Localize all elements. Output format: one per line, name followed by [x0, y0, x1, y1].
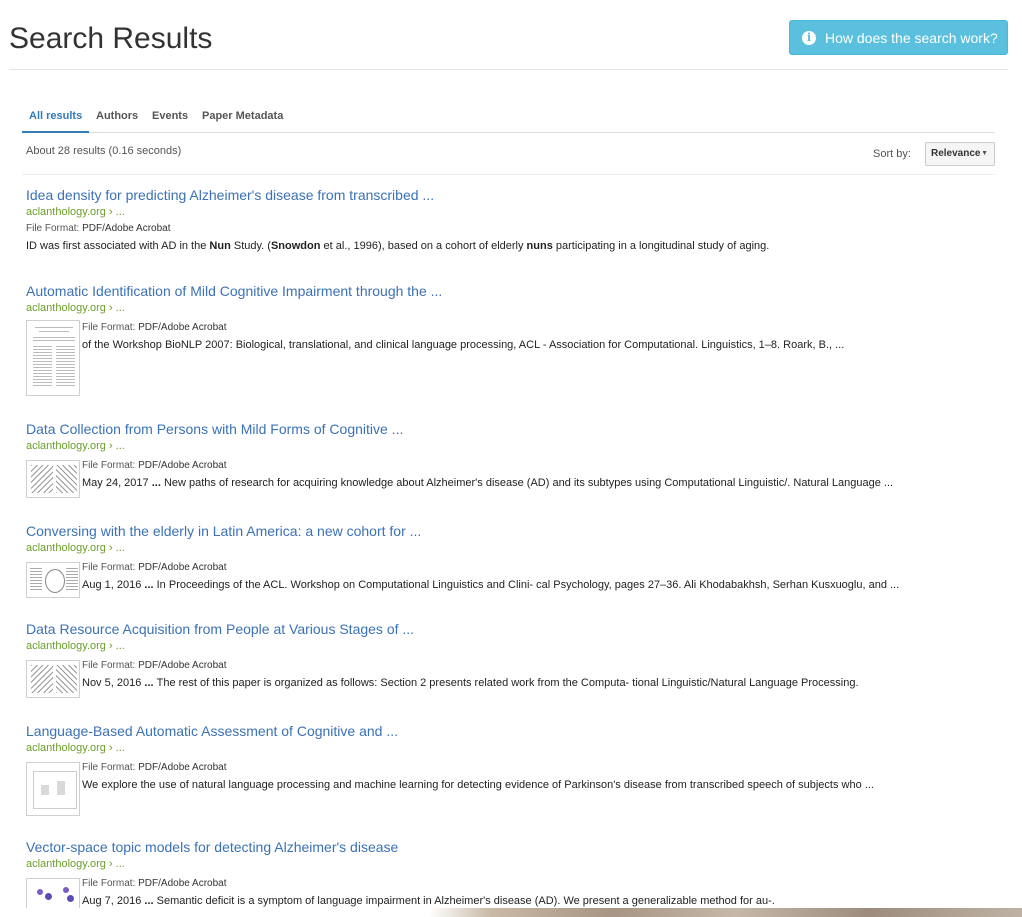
results-divider	[22, 174, 995, 175]
result-url-link[interactable]: aclanthology.org › ...	[26, 541, 1001, 555]
result-url-link[interactable]: aclanthology.org › ...	[26, 857, 1001, 871]
file-format-label: File Format:	[26, 223, 80, 234]
result-url-link[interactable]: aclanthology.org › ...	[26, 639, 1001, 653]
result-body: File Format: PDF/Adobe Acrobat of the Wo…	[82, 321, 844, 353]
chevron-down-icon: ▼	[981, 150, 988, 157]
search-result: Vector-space topic models for detecting …	[26, 838, 1001, 912]
snippet-text: ID was first associated with AD in the	[26, 240, 210, 252]
pdf-thumbnail[interactable]	[26, 660, 80, 698]
search-result: Data Resource Acquisition from People at…	[26, 620, 1001, 698]
file-format-line: File Format: PDF/Adobe Acrobat	[82, 321, 844, 335]
results-count: About 28 results (0.16 seconds)	[26, 145, 182, 157]
file-format-value: PDF/Adobe Acrobat	[82, 223, 171, 234]
result-snippet: We explore the use of natural language p…	[82, 779, 874, 791]
file-format-value: PDF/Adobe Acrobat	[138, 460, 227, 471]
pdf-thumbnail[interactable]	[26, 562, 80, 598]
page-title: Search Results	[9, 22, 213, 55]
results-tabs: All results Authors Events Paper Metadat…	[22, 106, 995, 133]
result-title-link[interactable]: Data Resource Acquisition from People at…	[26, 620, 1001, 638]
result-snippet: Aug 1, 2016 ... In Proceedings of the AC…	[82, 578, 899, 593]
snippet-ellipsis: ...	[141, 677, 157, 689]
result-title-link[interactable]: Vector-space topic models for detecting …	[26, 838, 1001, 856]
tab-authors[interactable]: Authors	[89, 106, 145, 131]
snippet-text: In Proceedings of the ACL. Workshop on C…	[156, 579, 900, 591]
search-result: Language-Based Automatic Assessment of C…	[26, 722, 1001, 816]
file-format-label: File Format:	[82, 562, 136, 573]
result-date: May 24, 2017	[82, 477, 149, 489]
snippet-highlight: nuns	[526, 240, 553, 252]
tab-all-results[interactable]: All results	[22, 106, 90, 133]
file-format-value: PDF/Adobe Acrobat	[138, 762, 227, 773]
result-snippet: Nov 5, 2016 ... The rest of this paper i…	[82, 676, 859, 691]
file-format-line: File Format: PDF/Adobe Acrobat	[82, 561, 899, 575]
file-format-label: File Format:	[82, 878, 136, 889]
result-title-link[interactable]: Automatic Identification of Mild Cogniti…	[26, 282, 1001, 300]
page-header: Search Results i How does the search wor…	[0, 0, 1022, 70]
snippet-highlight: Snowdon	[270, 240, 321, 252]
result-url-link[interactable]: aclanthology.org › ...	[26, 301, 1001, 315]
search-result: Idea density for predicting Alzheimer's …	[26, 186, 1001, 254]
pdf-thumbnail[interactable]	[26, 320, 80, 396]
pdf-thumbnail[interactable]	[26, 460, 80, 498]
result-date: Aug 7, 2016	[82, 895, 142, 907]
background-image-strip	[0, 908, 1022, 917]
sort-select-value: Relevance	[931, 148, 981, 159]
search-result: Data Collection from Persons with Mild F…	[26, 420, 1001, 498]
file-format-label: File Format:	[82, 762, 136, 773]
file-format-value: PDF/Adobe Acrobat	[138, 322, 227, 333]
file-format-line: File Format: PDF/Adobe Acrobat	[82, 877, 775, 891]
info-circle-icon: i	[802, 30, 816, 45]
snippet-text: New paths of research for acquiring know…	[163, 477, 894, 489]
result-body: File Format: PDF/Adobe Acrobat We explor…	[82, 761, 874, 793]
file-format-value: PDF/Adobe Acrobat	[138, 562, 227, 573]
file-format-label: File Format:	[82, 460, 136, 471]
result-url-link[interactable]: aclanthology.org › ...	[26, 205, 1001, 219]
how-search-works-button[interactable]: i How does the search work?	[789, 20, 1008, 55]
result-body: File Format: PDF/Adobe Acrobat Nov 5, 20…	[82, 659, 859, 691]
result-body: File Format: PDF/Adobe Acrobat Aug 1, 20…	[82, 561, 899, 593]
file-format-line: File Format: PDF/Adobe Acrobat	[82, 659, 859, 673]
help-button-label: How does the search work?	[825, 29, 998, 46]
snippet-ellipsis: ...	[148, 477, 164, 489]
snippet-ellipsis: ...	[141, 579, 157, 591]
snippet-text: Semantic deficit is a symptom of languag…	[156, 895, 775, 907]
result-date: Aug 1, 2016	[82, 579, 142, 591]
sort-label: Sort by:	[873, 148, 911, 160]
file-format-value: PDF/Adobe Acrobat	[138, 660, 227, 671]
snippet-text: The rest of this paper is organized as f…	[156, 677, 859, 689]
result-title-link[interactable]: Conversing with the elderly in Latin Ame…	[26, 522, 1001, 540]
search-result: Automatic Identification of Mild Cogniti…	[26, 282, 1001, 396]
result-body: File Format: PDF/Adobe Acrobat May 24, 2…	[82, 459, 893, 491]
result-snippet: Aug 7, 2016 ... Semantic deficit is a sy…	[82, 894, 775, 909]
pdf-thumbnail[interactable]	[26, 762, 80, 816]
file-format-value: PDF/Adobe Acrobat	[138, 878, 227, 889]
result-title-link[interactable]: Data Collection from Persons with Mild F…	[26, 420, 1001, 438]
result-date: Nov 5, 2016	[82, 677, 142, 689]
snippet-text: Study. (	[230, 240, 271, 252]
snippet-text: et al., 1996), based on a cohort of elde…	[320, 240, 527, 252]
tab-events[interactable]: Events	[145, 106, 195, 131]
result-body: File Format: PDF/Adobe Acrobat Aug 7, 20…	[82, 877, 775, 909]
snippet-highlight: Nun	[209, 240, 231, 252]
file-format-label: File Format:	[82, 660, 136, 671]
result-url-link[interactable]: aclanthology.org › ...	[26, 741, 1001, 755]
snippet-ellipsis: ...	[141, 895, 157, 907]
snippet-text: participating in a longitudinal study of…	[552, 240, 770, 252]
file-format-label: File Format:	[82, 322, 136, 333]
search-result: Conversing with the elderly in Latin Ame…	[26, 522, 1001, 598]
pdf-thumbnail[interactable]	[26, 878, 80, 912]
result-title-link[interactable]: Idea density for predicting Alzheimer's …	[26, 186, 1001, 204]
file-format-line: File Format: PDF/Adobe Acrobat	[82, 459, 893, 473]
tab-paper-metadata[interactable]: Paper Metadata	[195, 106, 290, 131]
result-snippet: of the Workshop BioNLP 2007: Biological,…	[82, 339, 845, 351]
file-format-line: File Format: PDF/Adobe Acrobat	[82, 761, 874, 775]
result-title-link[interactable]: Language-Based Automatic Assessment of C…	[26, 722, 1001, 740]
result-snippet: May 24, 2017 ... New paths of research f…	[82, 476, 893, 491]
result-url-link[interactable]: aclanthology.org › ...	[26, 439, 1001, 453]
header-divider	[9, 69, 1008, 70]
file-format-line: File Format: PDF/Adobe Acrobat	[26, 222, 1001, 236]
result-snippet: ID was first associated with AD in the N…	[26, 239, 1001, 254]
sort-select[interactable]: Relevance ▼	[925, 142, 995, 166]
